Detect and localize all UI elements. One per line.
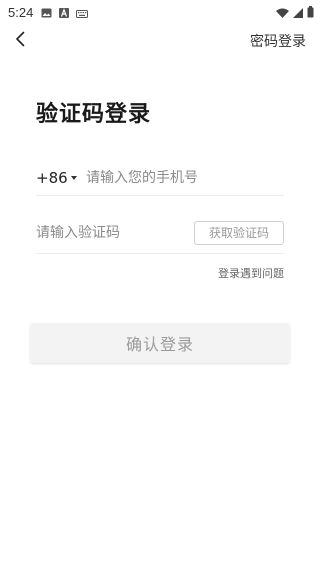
country-code-label: +86 bbox=[36, 168, 68, 187]
wifi-icon bbox=[276, 3, 289, 22]
a-letter-icon bbox=[59, 3, 70, 22]
caret-down-icon bbox=[70, 175, 77, 180]
notification-icons bbox=[41, 3, 89, 22]
status-left: 5:24 bbox=[8, 3, 89, 22]
app-bar: 密码登录 bbox=[0, 24, 320, 58]
back-button[interactable] bbox=[10, 31, 30, 51]
verification-code-input[interactable] bbox=[36, 224, 176, 241]
chevron-left-icon bbox=[15, 31, 25, 51]
country-code-selector[interactable]: +86 bbox=[36, 169, 86, 187]
status-time: 5:24 bbox=[8, 4, 34, 20]
signal-icon bbox=[293, 3, 303, 22]
keyboard-icon bbox=[76, 3, 89, 22]
phone-input[interactable] bbox=[86, 169, 284, 186]
password-login-link[interactable]: 密码登录 bbox=[250, 31, 306, 51]
page-title: 验证码登录 bbox=[36, 102, 152, 127]
phone-row: +86 bbox=[36, 160, 284, 196]
status-right bbox=[276, 3, 314, 22]
login-screen: 5:24 密码登录 验证码登录 +86 请输入您的手机号 请输入验证码 获取验证… bbox=[0, 0, 320, 568]
get-code-button[interactable]: 获取验证码 bbox=[194, 220, 284, 245]
login-help-link[interactable]: 登录遇到问题 bbox=[218, 265, 284, 281]
image-icon bbox=[41, 3, 52, 22]
confirm-login-button[interactable]: 确认登录 bbox=[30, 323, 290, 363]
battery-icon bbox=[307, 3, 314, 22]
code-row: 获取验证码 bbox=[36, 212, 284, 254]
status-bar: 5:24 bbox=[0, 0, 320, 24]
